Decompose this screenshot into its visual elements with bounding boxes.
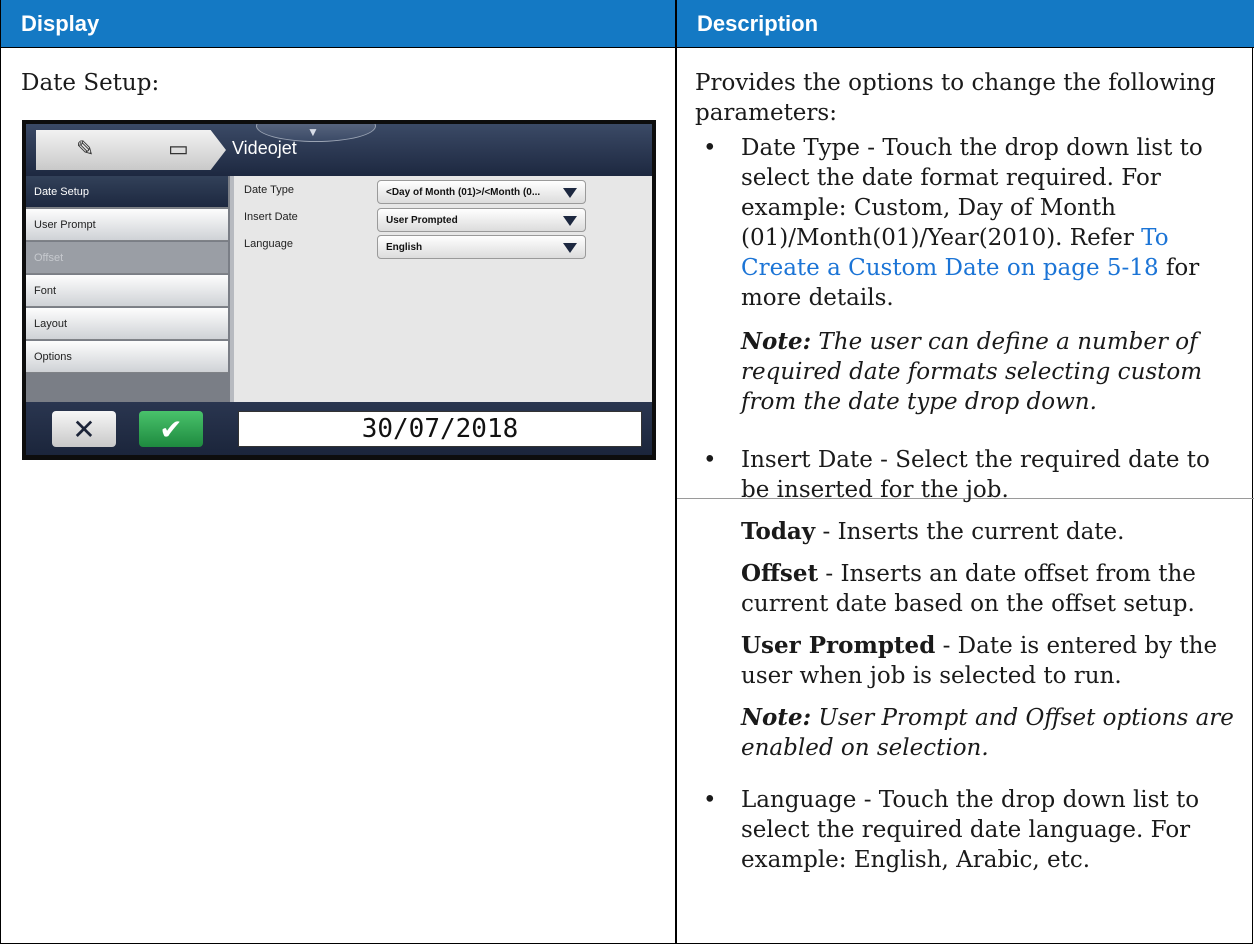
dropdown-arrow-icon [563, 216, 577, 226]
cancel-button[interactable]: ✕ [52, 411, 116, 447]
bullet-insert-date-text: Insert Date - Select the required date t… [741, 447, 1210, 503]
insert-option-offset: Offset - Inserts an date offset from the… [741, 559, 1240, 619]
check-icon: ✔ [159, 414, 183, 445]
header-description: Description [677, 0, 1254, 47]
bullet-language: • Language - Touch the drop down list to… [695, 785, 1240, 875]
date-type-label: Date Type [244, 184, 294, 196]
note-date-formats: Note: The user can define a number of re… [741, 327, 1240, 417]
dropdown-arrow-icon [563, 188, 577, 198]
note-text: The user can define a number of required… [741, 329, 1203, 415]
bullet-insert-date: • Insert Date - Select the required date… [695, 445, 1240, 763]
clipboard-icon: ▭ [168, 136, 189, 161]
term-offset: Offset [741, 560, 819, 587]
insert-date-value: User Prompted [386, 215, 458, 226]
language-dropdown[interactable]: English [377, 235, 586, 259]
sidebar-item-offset: Offset [26, 242, 228, 274]
language-label: Language [244, 238, 293, 250]
display-label: Date Setup: [21, 70, 160, 96]
device-bottom-bar: ✕ ✔ 30/07/2018 [26, 402, 652, 455]
dropdown-arrow-icon [563, 243, 577, 253]
confirm-button[interactable]: ✔ [139, 411, 203, 447]
device-content: Date Type <Day of Month (01)>/<Month (0.… [230, 176, 652, 402]
description-column: Provides the options to change the follo… [695, 68, 1240, 875]
sidebar-item-user-prompt[interactable]: User Prompt [26, 209, 228, 241]
sidebar-item-layout[interactable]: Layout [26, 308, 228, 340]
date-preview: 30/07/2018 [238, 411, 642, 447]
chevron-down-icon: ▼ [307, 125, 319, 139]
device-sidebar: Date Setup User Prompt Offset Font Layou… [26, 176, 230, 402]
description-intro: Provides the options to change the follo… [695, 70, 1216, 126]
insert-option-today: Today - Inserts the current date. [741, 517, 1240, 547]
bullet-date-type: • Date Type - Touch the drop down list t… [695, 133, 1240, 417]
column-divider [675, 0, 677, 944]
parameter-table: Display Description Date Setup: ✎ ▭ Vide… [0, 0, 1254, 944]
breadcrumb-edit[interactable]: ✎ [36, 130, 146, 170]
sidebar-item-font[interactable]: Font [26, 275, 228, 307]
term-user-prompted: User Prompted [741, 632, 936, 659]
today-text: - Inserts the current date. [815, 519, 1125, 545]
note-text: User Prompt and Offset options are enabl… [741, 705, 1234, 761]
sidebar-item-date-setup[interactable]: Date Setup [26, 176, 228, 208]
bullet-marker: • [703, 787, 717, 813]
insert-date-dropdown[interactable]: User Prompted [377, 208, 586, 232]
note-enabled-options: Note: User Prompt and Offset options are… [741, 703, 1240, 763]
language-value: English [386, 242, 423, 253]
date-type-dropdown[interactable]: <Day of Month (01)>/<Month (0... [377, 180, 586, 204]
note-label: Note: [741, 704, 812, 731]
device-top-bar: ✎ ▭ Videojet ▼ [26, 124, 652, 176]
header-display: Display [1, 0, 675, 47]
date-type-value: <Day of Month (01)>/<Month (0... [386, 187, 541, 198]
note-label: Note: [741, 328, 812, 355]
bullet-date-type-text: Date Type - Touch the drop down list to … [741, 135, 1203, 251]
bullet-marker: • [703, 135, 717, 161]
edit-document-icon: ✎ [76, 136, 95, 161]
bullet-marker: • [703, 447, 717, 473]
term-today: Today [741, 518, 816, 545]
close-icon: ✕ [72, 414, 96, 445]
header-divider [1, 47, 1254, 48]
device-title: Videojet [232, 138, 297, 158]
device-screen: ✎ ▭ Videojet ▼ Date Setup User Prompt Of… [26, 124, 652, 455]
device-screenshot: ✎ ▭ Videojet ▼ Date Setup User Prompt Of… [22, 120, 656, 460]
bullet-language-text: Language - Touch the drop down list to s… [741, 787, 1200, 873]
sidebar-item-options[interactable]: Options [26, 341, 228, 373]
insert-date-label: Insert Date [244, 211, 298, 223]
insert-option-user-prompted: User Prompted - Date is entered by the u… [741, 631, 1240, 691]
